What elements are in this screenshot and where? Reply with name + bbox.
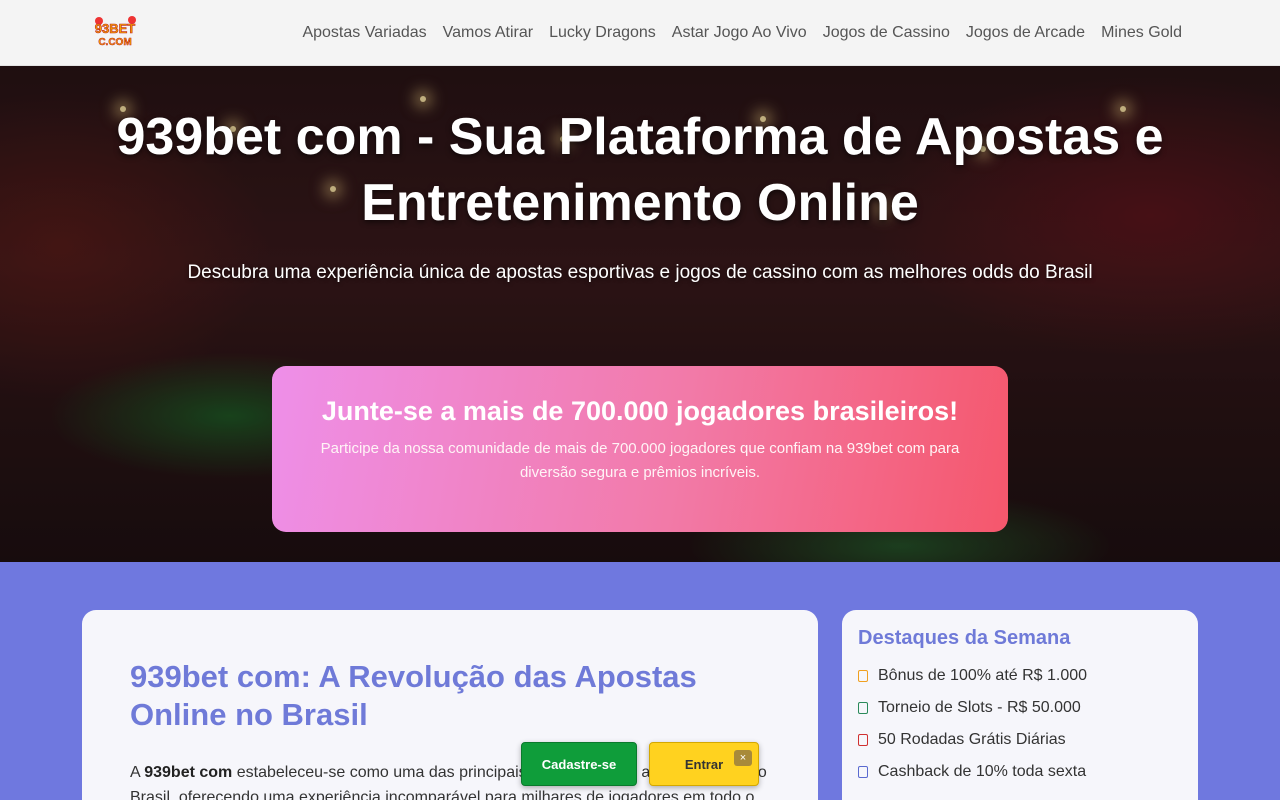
highlights-list: Bônus de 100% até R$ 1.000 Torneio de Sl… [858, 660, 1087, 788]
highlight-label: 50 Rodadas Grátis Diárias [878, 731, 1066, 748]
list-item: Bônus de 100% até R$ 1.000 [858, 660, 1087, 692]
trophy-icon [858, 702, 868, 714]
nav-vamos-atirar[interactable]: Vamos Atirar [435, 24, 541, 42]
highlights-card: Destaques da Semana Bônus de 100% até R$… [842, 610, 1198, 800]
main-nav: Apostas Variadas Vamos Atirar Lucky Drag… [294, 0, 1190, 66]
nav-astar-jogo-ao-vivo[interactable]: Astar Jogo Ao Vivo [664, 24, 815, 42]
spin-icon [858, 734, 868, 746]
hero-section: 939bet com - Sua Plataforma de Apostas e… [0, 66, 1280, 562]
list-item: Torneio de Slots - R$ 50.000 [858, 692, 1087, 724]
site-logo[interactable]: 93BET C.COM [92, 15, 138, 49]
nav-mines-gold[interactable]: Mines Gold [1093, 24, 1190, 42]
list-item: 50 Rodadas Grátis Diárias [858, 724, 1087, 756]
list-item: Cashback de 10% toda sexta [858, 756, 1087, 788]
promo-title: Junte-se a mais de 700.000 jogadores bra… [321, 396, 959, 426]
gift-icon [858, 670, 868, 682]
article-text-prefix: A [130, 764, 145, 781]
promo-text: Participe da nossa comunidade de mais de… [320, 440, 960, 481]
close-icon[interactable]: × [734, 750, 752, 766]
cashback-icon [858, 766, 868, 778]
highlight-label: Cashback de 10% toda sexta [878, 763, 1087, 780]
article-brand-bold: 939bet com [144, 764, 233, 781]
nav-apostas-variadas[interactable]: Apostas Variadas [294, 24, 434, 42]
hero-title: 939bet com - Sua Plataforma de Apostas e… [116, 108, 1164, 232]
article-title: 939bet com: A Revolução das Apostas Onli… [130, 659, 697, 732]
highlight-label: Torneio de Slots - R$ 50.000 [878, 699, 1081, 716]
highlights-title: Destaques da Semana [858, 627, 1071, 649]
site-header: 93BET C.COM Apostas Variadas Vamos Atira… [0, 0, 1280, 66]
svg-text:C.COM: C.COM [98, 37, 131, 48]
svg-text:93BET: 93BET [95, 21, 136, 36]
nav-lucky-dragons[interactable]: Lucky Dragons [541, 24, 664, 42]
highlight-label: Bônus de 100% até R$ 1.000 [878, 667, 1088, 684]
nav-jogos-de-arcade[interactable]: Jogos de Arcade [958, 24, 1093, 42]
hero-subtitle: Descubra uma experiência única de aposta… [187, 262, 1093, 283]
nav-jogos-de-cassino[interactable]: Jogos de Cassino [815, 24, 958, 42]
register-button[interactable]: Cadastre-se [521, 742, 637, 786]
promo-banner: Junte-se a mais de 700.000 jogadores bra… [272, 366, 1008, 532]
